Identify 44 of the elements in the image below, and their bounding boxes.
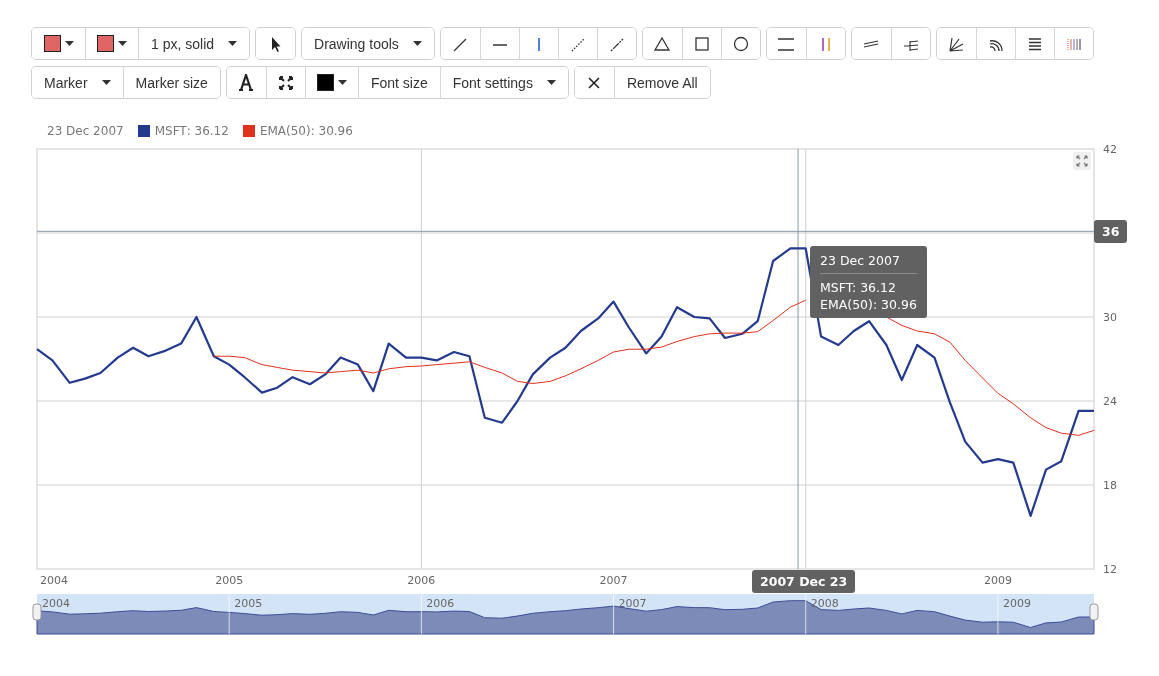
axis-label: 2005 bbox=[215, 574, 244, 587]
price-label: 36 bbox=[1094, 220, 1128, 244]
axis-label: 30 bbox=[1103, 311, 1117, 324]
pitchfork-icon[interactable] bbox=[890, 28, 930, 59]
tooltip-text: MSFT: 36.12 bbox=[820, 280, 896, 296]
legend-date: 23 Dec 2007 bbox=[47, 124, 124, 138]
tooltip-text: EMA(50): 30.96 bbox=[820, 297, 917, 313]
cursor-icon[interactable] bbox=[256, 28, 296, 59]
navigator-label: 2007 bbox=[618, 597, 647, 610]
tooltip-title: 23 Dec 2007 bbox=[820, 253, 900, 269]
caret-icon bbox=[101, 80, 111, 85]
navigator-handle[interactable] bbox=[32, 603, 42, 621]
axis-label: 2007 bbox=[599, 574, 628, 587]
dropdown-button[interactable]: Font settings bbox=[439, 67, 568, 98]
axis-label: 12 bbox=[1103, 563, 1117, 576]
caret-icon bbox=[412, 41, 422, 46]
fullscreen-button[interactable] bbox=[1073, 152, 1091, 170]
axis-label: 18 bbox=[1103, 479, 1117, 492]
caret-icon bbox=[118, 41, 127, 46]
caret-icon bbox=[546, 80, 556, 85]
caret-icon bbox=[337, 80, 347, 85]
legend-value: : 30.96 bbox=[310, 124, 353, 138]
axis-label: 42 bbox=[1103, 145, 1117, 156]
legend-label: EMA(50) bbox=[259, 124, 311, 138]
axis-label: 2009 bbox=[983, 574, 1012, 587]
navigator-label: 2008 bbox=[810, 597, 839, 610]
navigator-label: 2006 bbox=[426, 597, 455, 610]
date-label: 2007 Dec 23 bbox=[752, 570, 856, 593]
caret-icon bbox=[228, 41, 238, 46]
axis-label: 24 bbox=[1103, 395, 1117, 408]
axis-label: 2006 bbox=[407, 574, 436, 587]
navigator-label: 2004 bbox=[42, 597, 70, 610]
navigator-label: 2005 bbox=[234, 597, 263, 610]
caret-icon bbox=[64, 41, 74, 46]
navigator-label: 2009 bbox=[1002, 597, 1031, 610]
legend-value: : 36.12 bbox=[186, 124, 229, 138]
dropdown-button[interactable]: Drawing tools bbox=[302, 28, 434, 59]
vertical-lines-icon[interactable] bbox=[805, 28, 845, 59]
toolbar-button[interactable]: Marker size bbox=[122, 67, 220, 98]
axis-label: 2004 bbox=[40, 574, 68, 587]
legend-label: MSFT bbox=[154, 124, 187, 138]
toolbar-button[interactable]: Remove All bbox=[613, 67, 710, 98]
dropdown-button[interactable]: 1 px, solid bbox=[138, 28, 250, 59]
navigator-handle[interactable] bbox=[1089, 603, 1099, 621]
